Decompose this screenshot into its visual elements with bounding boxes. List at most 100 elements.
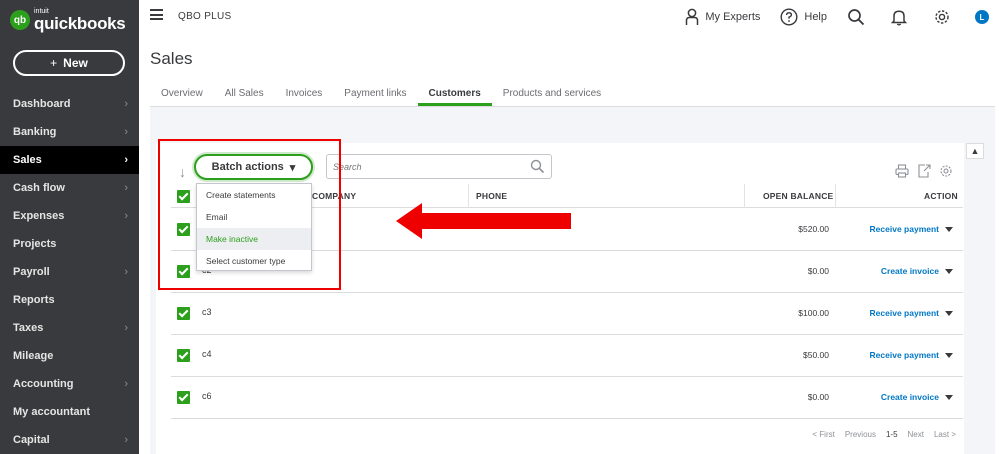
chevron-right-icon: › [124,266,128,278]
header-divider [835,184,836,208]
sidebar-item-banking[interactable]: Banking › [0,118,139,146]
sidebar-item-taxes[interactable]: Taxes › [0,314,139,342]
notifications-button[interactable] [891,8,913,26]
sidebar-item-capital[interactable]: Capital › [0,426,139,454]
row-checkbox[interactable] [177,391,190,404]
row-action-link[interactable]: Receive payment [870,224,939,234]
export-icon[interactable] [917,164,931,178]
sidebar-item-accounting[interactable]: Accounting › [0,370,139,398]
chevron-right-icon: › [124,154,128,166]
quickbooks-logo[interactable]: qb intuit quickbooks [10,8,126,33]
chevron-right-icon: › [124,210,128,222]
sidebar-item-label: My accountant [13,406,91,418]
caret-down-icon[interactable] [945,310,953,316]
pager-last[interactable]: Last > [934,430,956,439]
pager-previous[interactable]: Previous [845,430,876,439]
row-action-link[interactable]: Create invoice [881,392,939,402]
tab-payment-links[interactable]: Payment links [333,84,417,106]
column-open-balance[interactable]: OPEN BALANCE [763,184,833,208]
sidebar-item-cash-flow[interactable]: Cash flow › [0,174,139,202]
search-icon [848,9,865,26]
table-tools [895,164,953,178]
row-checkbox[interactable] [177,349,190,362]
sidebar-item-label: Expenses [13,210,65,222]
sidebar: qb intuit quickbooks + New Dashboard › Ban… [0,0,139,454]
header-divider [744,184,745,208]
sidebar-item-dashboard[interactable]: Dashboard › [0,90,139,118]
new-button[interactable]: + New [13,50,125,76]
caret-down-icon[interactable] [945,268,953,274]
row-action: Receive payment [870,224,953,234]
help-icon [780,8,798,26]
annotation-highlight-box [158,139,341,290]
row-action-link[interactable]: Receive payment [870,350,939,360]
row-action: Receive payment [870,350,953,360]
sidebar-item-expenses[interactable]: Expenses › [0,202,139,230]
tab-customers[interactable]: Customers [417,84,492,106]
top-bar: QBO PLUS My Experts Help L [139,0,999,36]
company-name: QBO PLUS [178,11,232,22]
table-row[interactable]: c6 $0.00 Create invoice [171,377,963,419]
customer-search [326,154,552,179]
person-icon [686,8,699,25]
row-checkbox[interactable] [177,307,190,320]
annotation-arrow-icon [396,203,571,239]
sidebar-item-label: Dashboard [13,98,71,110]
new-button-label: New [63,56,88,70]
table-row[interactable]: c4 $50.00 Receive payment [171,335,963,377]
search-button[interactable] [847,8,871,26]
sales-tabs: Overview All Sales Invoices Payment links Cu… [150,84,612,106]
open-balance: $100.00 [798,308,829,318]
user-avatar[interactable]: L [975,10,989,24]
my-experts-label: My Experts [705,11,761,23]
sidebar-item-label: Reports [13,294,55,306]
sidebar-item-projects[interactable]: Projects [0,230,139,258]
search-input[interactable] [327,155,517,178]
caret-down-icon[interactable] [945,226,953,232]
tab-invoices[interactable]: Invoices [275,84,334,106]
logo-name: quickbooks [34,14,126,33]
sidebar-item-label: Sales [13,154,42,166]
sidebar-item-label: Banking [13,126,57,138]
open-balance: $50.00 [803,350,829,360]
table-row[interactable]: c3 $100.00 Receive payment [171,293,963,335]
row-action-link[interactable]: Receive payment [870,308,939,318]
scroll-up-button[interactable]: ▲ [966,143,984,159]
customer-name[interactable]: c3 [202,307,212,317]
print-icon[interactable] [895,164,909,178]
pager-next[interactable]: Next [908,430,924,439]
sidebar-item-sales[interactable]: Sales › [0,146,139,174]
sidebar-item-my-accountant[interactable]: My accountant [0,398,139,426]
caret-down-icon[interactable] [945,352,953,358]
my-experts-button[interactable]: My Experts [685,8,760,26]
tab-overview[interactable]: Overview [150,84,214,106]
search-icon[interactable] [530,159,545,174]
chevron-right-icon: › [124,126,128,138]
pager-first[interactable]: < First [812,430,834,439]
sidebar-item-label: Capital [13,434,50,446]
page-title: Sales [150,49,193,68]
tab-products-and-services[interactable]: Products and services [492,84,612,106]
tab-all-sales[interactable]: All Sales [214,84,275,106]
app-root: qb intuit quickbooks + New Dashboard › Ban… [0,0,999,454]
sidebar-item-label: Projects [13,238,57,250]
help-button[interactable]: Help [780,8,827,26]
sidebar-item-mileage[interactable]: Mileage [0,342,139,370]
sidebar-item-payroll[interactable]: Payroll › [0,258,139,286]
caret-down-icon[interactable] [945,394,953,400]
row-action: Receive payment [870,308,953,318]
chevron-right-icon: › [124,182,128,194]
chevron-right-icon: › [124,434,128,446]
sidebar-item-label: Mileage [13,350,54,362]
settings-button[interactable] [933,8,957,26]
sidebar-item-reports[interactable]: Reports [0,286,139,314]
settings-icon[interactable] [939,164,953,178]
open-balance: $0.00 [807,266,829,276]
sidebar-nav: Dashboard › Banking › Sales › Cash flow › Expens… [0,90,139,454]
customer-name[interactable]: c4 [202,349,212,359]
logo-text: intuit quickbooks [34,8,126,33]
customer-name[interactable]: c6 [202,391,212,401]
hamburger-menu-icon[interactable] [150,9,163,20]
chevron-right-icon: › [124,322,128,334]
row-action-link[interactable]: Create invoice [881,266,939,276]
